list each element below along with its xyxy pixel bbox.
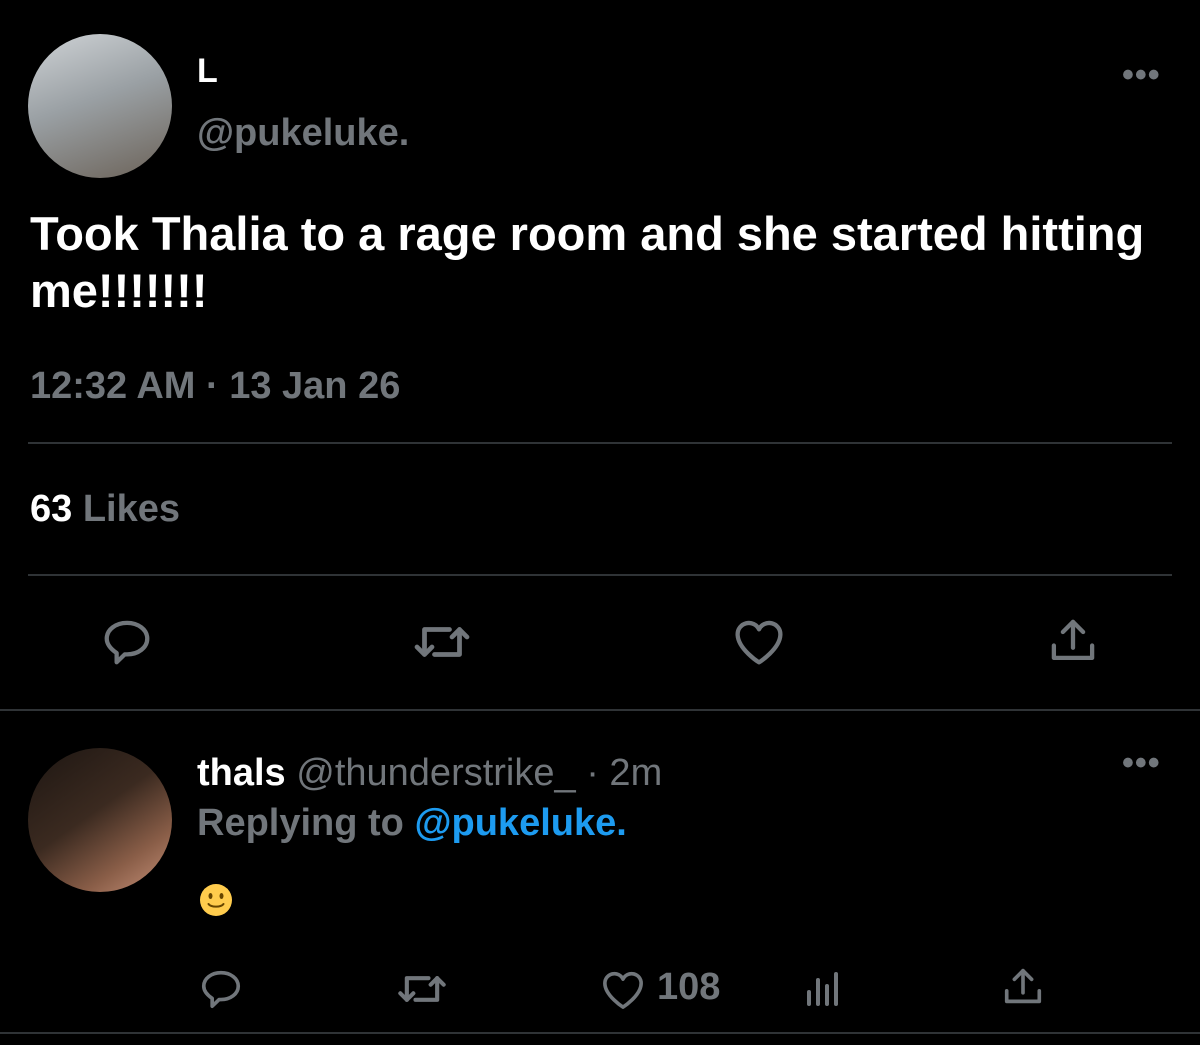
likes-label: Likes bbox=[82, 488, 181, 530]
like-icon[interactable] bbox=[600, 968, 646, 1010]
reply-icon[interactable] bbox=[198, 966, 244, 1012]
reply-header: thals @thunderstrike_ · 2m bbox=[197, 752, 662, 795]
divider bbox=[0, 709, 1200, 711]
like-icon[interactable] bbox=[732, 616, 786, 666]
reply-author-name[interactable]: thals bbox=[197, 752, 286, 794]
share-icon[interactable] bbox=[1000, 964, 1046, 1010]
reply-icon[interactable] bbox=[100, 615, 154, 669]
likes-count: 63 bbox=[30, 488, 73, 530]
slightly-smiling-face-emoji: 🙂 bbox=[199, 883, 233, 917]
reply-more-options-button[interactable]: ••• bbox=[1122, 744, 1161, 783]
replying-to-label: Replying to bbox=[197, 802, 404, 844]
divider bbox=[28, 442, 1172, 444]
reply-like-count[interactable]: 108 bbox=[657, 966, 720, 1009]
author-avatar[interactable] bbox=[28, 34, 172, 178]
author-name[interactable]: L bbox=[197, 52, 218, 91]
replying-to: Replying to @pukeluke. bbox=[197, 802, 627, 845]
more-options-button[interactable]: ••• bbox=[1122, 56, 1161, 95]
reply-time: · 2m bbox=[586, 752, 663, 794]
reply-author-handle[interactable]: @thunderstrike_ bbox=[296, 752, 575, 794]
retweet-icon[interactable] bbox=[412, 617, 472, 667]
share-icon[interactable] bbox=[1046, 614, 1100, 668]
tweet-timestamp[interactable]: 12:32 AM · 13 Jan 26 bbox=[30, 365, 400, 408]
tweet-text: Took Thalia to a rage room and she start… bbox=[30, 207, 1145, 317]
reply-author-avatar[interactable] bbox=[28, 748, 172, 892]
divider bbox=[0, 1032, 1200, 1034]
replying-to-handle[interactable]: @pukeluke. bbox=[414, 802, 626, 844]
author-handle[interactable]: @pukeluke. bbox=[197, 112, 409, 155]
likes-summary[interactable]: 63 Likes bbox=[30, 488, 180, 531]
analytics-icon[interactable] bbox=[803, 968, 843, 1008]
retweet-icon[interactable] bbox=[396, 967, 448, 1011]
divider bbox=[28, 574, 1172, 576]
